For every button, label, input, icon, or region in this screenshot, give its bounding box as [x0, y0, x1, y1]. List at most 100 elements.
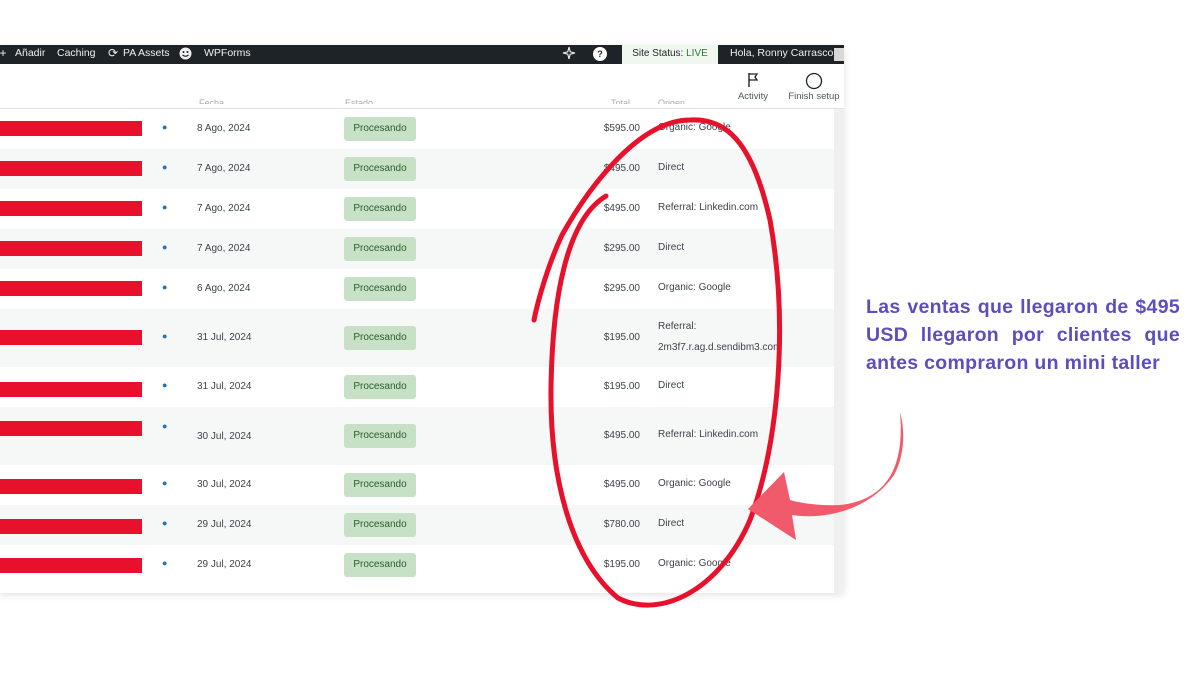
- site-status-value: LIVE: [686, 48, 708, 59]
- order-total: $195.00: [603, 381, 640, 392]
- annotation-text: Las ventas que llegaron de $495 USD lleg…: [866, 296, 1180, 374]
- order-date: 31 Jul, 2024: [197, 381, 252, 392]
- order-date: 29 Jul, 2024: [197, 519, 252, 530]
- orders-screenshot: + Añadir Caching ⟳ PA Assets WPForms ? S…: [0, 45, 844, 593]
- eye-icon[interactable]: ●: [162, 282, 167, 292]
- status-badge: Procesando: [344, 473, 416, 497]
- finish-setup-label: Finish setup: [788, 91, 840, 102]
- order-origin: Direct: [658, 242, 685, 253]
- eye-icon[interactable]: ●: [162, 331, 167, 341]
- add-new-menu[interactable]: Añadir: [15, 45, 45, 64]
- site-status-label: Site Status:: [632, 48, 684, 59]
- table-row[interactable]: ● 31 Jul, 2024 Procesando $195.00 Referr…: [0, 309, 834, 368]
- order-total: $195.00: [603, 559, 640, 570]
- order-total: $495.00: [603, 203, 640, 214]
- order-date: 7 Ago, 2024: [197, 203, 251, 214]
- eye-icon[interactable]: ●: [162, 478, 167, 488]
- finish-setup-button[interactable]: Finish setup: [785, 72, 843, 102]
- order-total: $195.00: [603, 332, 640, 343]
- order-date: 30 Jul, 2024: [197, 431, 252, 442]
- table-row[interactable]: ● 7 Ago, 2024 Procesando $495.00 Direct: [0, 149, 834, 190]
- sparkle-icon[interactable]: [562, 46, 576, 60]
- admin-bar: + Añadir Caching ⟳ PA Assets WPForms ? S…: [0, 45, 844, 64]
- eye-icon[interactable]: ●: [162, 162, 167, 172]
- table-row[interactable]: ● 29 Jul, 2024 Procesando $780.00 Direct: [0, 505, 834, 546]
- status-badge: Procesando: [344, 553, 416, 577]
- eye-icon[interactable]: ●: [162, 242, 167, 252]
- order-date: 7 Ago, 2024: [197, 163, 251, 174]
- redacted-customer-bar: [0, 281, 142, 296]
- avatar[interactable]: [834, 48, 844, 61]
- table-row[interactable]: ● 8 Ago, 2024 Procesando $595.00 Organic…: [0, 109, 834, 150]
- order-date: 8 Ago, 2024: [197, 123, 251, 134]
- order-total: $295.00: [603, 283, 640, 294]
- caching-menu[interactable]: Caching: [57, 45, 96, 64]
- eye-icon[interactable]: ●: [162, 518, 167, 528]
- table-row[interactable]: ● 30 Jul, 2024 Procesando $495.00 Organi…: [0, 465, 834, 506]
- table-row[interactable]: ● 30 Jul, 2024 Procesando $495.00 Referr…: [0, 407, 834, 466]
- activity-label: Activity: [737, 91, 769, 102]
- order-origin: Direct: [658, 380, 685, 391]
- order-total: $295.00: [603, 243, 640, 254]
- wpforms-menu[interactable]: WPForms: [204, 45, 251, 64]
- order-date: 30 Jul, 2024: [197, 479, 252, 490]
- table-row[interactable]: ● 7 Ago, 2024 Procesando $495.00 Referra…: [0, 189, 834, 230]
- table-row[interactable]: ● 29 Jul, 2024 Procesando $195.00 Organi…: [0, 545, 834, 593]
- activity-button[interactable]: Activity: [733, 72, 773, 102]
- order-total: $780.00: [603, 519, 640, 530]
- eye-icon[interactable]: ●: [162, 122, 167, 132]
- site-status-badge[interactable]: Site Status: LIVE: [622, 45, 718, 64]
- redacted-customer-bar: [0, 330, 142, 345]
- status-badge: Procesando: [344, 197, 416, 221]
- table-row[interactable]: ● 31 Jul, 2024 Procesando $195.00 Direct: [0, 367, 834, 408]
- order-origin: Referral: Linkedin.com: [658, 429, 759, 440]
- order-date: 31 Jul, 2024: [197, 332, 252, 343]
- redacted-customer-bar: [0, 241, 142, 256]
- refresh-icon: ⟳: [107, 46, 119, 60]
- redacted-customer-bar: [0, 382, 142, 397]
- eye-icon[interactable]: ●: [162, 202, 167, 212]
- order-total: $495.00: [603, 479, 640, 490]
- redacted-customer-bar: [0, 479, 142, 494]
- order-origin: Organic: Google: [658, 282, 731, 293]
- order-origin: Referral: Linkedin.com: [658, 202, 759, 213]
- flag-icon: [733, 72, 773, 89]
- order-origin: Organic: Google: [658, 478, 731, 489]
- table-row[interactable]: ● 6 Ago, 2024 Procesando $295.00 Organic…: [0, 269, 834, 310]
- order-total: $495.00: [603, 163, 640, 174]
- redacted-customer-bar: [0, 161, 142, 176]
- status-badge: Procesando: [344, 237, 416, 261]
- user-greeting[interactable]: Hola, Ronny Carrasco: [730, 45, 833, 64]
- eye-icon[interactable]: ●: [162, 421, 167, 431]
- order-date: 29 Jul, 2024: [197, 559, 252, 570]
- scrollbar[interactable]: [834, 109, 844, 593]
- order-origin: Direct: [658, 518, 685, 529]
- redacted-customer-bar: [0, 201, 142, 216]
- plus-icon: +: [0, 46, 7, 60]
- redacted-customer-bar: [0, 421, 142, 436]
- order-origin-line-2: 2m3f7.r.ag.d.sendibm3.com: [658, 342, 782, 353]
- redacted-customer-bar: [0, 121, 142, 136]
- eye-icon[interactable]: ●: [162, 558, 167, 568]
- status-badge: Procesando: [344, 277, 416, 301]
- status-badge: Procesando: [344, 326, 416, 350]
- table-row[interactable]: ● 7 Ago, 2024 Procesando $295.00 Direct: [0, 229, 834, 270]
- progress-circle-icon: [785, 72, 843, 90]
- wpforms-icon: [178, 46, 192, 60]
- redacted-customer-bar: [0, 558, 142, 573]
- page-header: Activity Finish setup: [0, 64, 844, 109]
- order-total: $595.00: [603, 123, 640, 134]
- eye-icon[interactable]: ●: [162, 380, 167, 390]
- help-icon[interactable]: ?: [593, 47, 607, 61]
- status-badge: Procesando: [344, 424, 416, 448]
- order-origin: Organic: Google: [658, 558, 731, 569]
- status-badge: Procesando: [344, 117, 416, 141]
- order-origin: Referral:: [658, 321, 697, 332]
- redacted-customer-bar: [0, 519, 142, 534]
- status-badge: Procesando: [344, 513, 416, 537]
- status-badge: Procesando: [344, 375, 416, 399]
- order-origin: Direct: [658, 162, 685, 173]
- pa-assets-menu[interactable]: PA Assets: [123, 45, 170, 64]
- order-total: $495.00: [603, 430, 640, 441]
- order-origin: Organic: Google: [658, 122, 731, 133]
